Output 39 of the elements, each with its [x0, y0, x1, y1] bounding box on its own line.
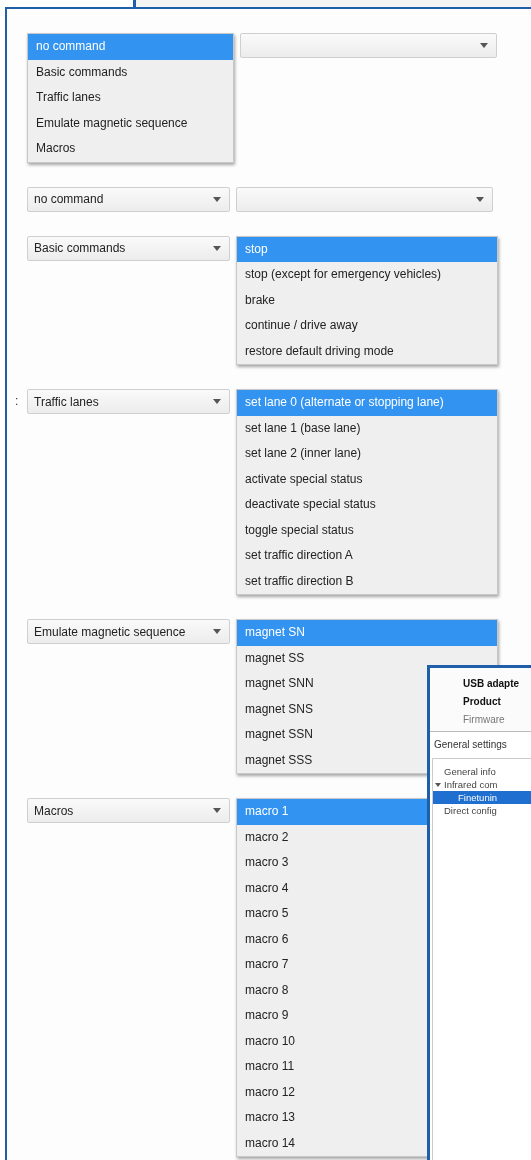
dropdown[interactable]: Macros: [27, 798, 230, 823]
caret-icon: [213, 196, 221, 202]
caret-icon: [213, 245, 221, 251]
dropdown-option[interactable]: magnet SS: [237, 645, 497, 671]
caret-icon: [213, 629, 221, 634]
section-title: General settings: [433, 738, 508, 750]
dropdown[interactable]: Emulate magnetic sequence: [27, 619, 230, 644]
dropdown[interactable]: Traffic lanes: [27, 389, 230, 414]
caret-icon: [480, 43, 488, 48]
info-label: USB adapte: [463, 678, 521, 689]
dropdown-option[interactable]: set lane 1 (base lane): [237, 415, 497, 441]
dropdown-option[interactable]: stop (except for emergency vehicles): [237, 262, 497, 288]
dropdown[interactable]: no command: [27, 186, 230, 212]
label: :: [15, 394, 19, 408]
dropdown-option[interactable]: set traffic direction A: [237, 543, 497, 569]
dropdown-option[interactable]: Macros: [28, 136, 233, 162]
caret-icon: [213, 399, 221, 404]
dropdown-option[interactable]: deactivate special status: [237, 492, 497, 518]
collapse-icon[interactable]: [435, 781, 441, 788]
dropdown-option[interactable]: Traffic lanes: [28, 85, 233, 111]
caret-icon: [213, 808, 221, 813]
tree-item[interactable]: Finetunin: [433, 791, 531, 804]
dropdown-option[interactable]: Basic commands: [28, 59, 233, 85]
dropdown-option[interactable]: toggle special status: [237, 517, 497, 543]
dropdown-option[interactable]: restore default driving mode: [237, 338, 497, 364]
tree-item[interactable]: Infrared com: [433, 778, 531, 791]
dropdown-option[interactable]: set traffic direction B: [237, 568, 497, 594]
dropdown-option[interactable]: set lane 2 (inner lane): [237, 441, 497, 467]
dropdown[interactable]: [240, 33, 497, 58]
info-label: Product: [463, 696, 502, 707]
dropdown-option[interactable]: brake: [237, 287, 497, 313]
dropdown[interactable]: Basic commands: [27, 235, 230, 261]
dropdown-option[interactable]: Emulate magnetic sequence: [28, 110, 233, 136]
info-label: Firmware: [463, 714, 506, 725]
caret-icon: [476, 196, 484, 202]
dropdown-option[interactable]: activate special status: [237, 466, 497, 492]
dropdown-option[interactable]: continue / drive away: [237, 313, 497, 339]
tree-item[interactable]: General info: [433, 765, 531, 778]
dropdown[interactable]: [236, 186, 493, 212]
